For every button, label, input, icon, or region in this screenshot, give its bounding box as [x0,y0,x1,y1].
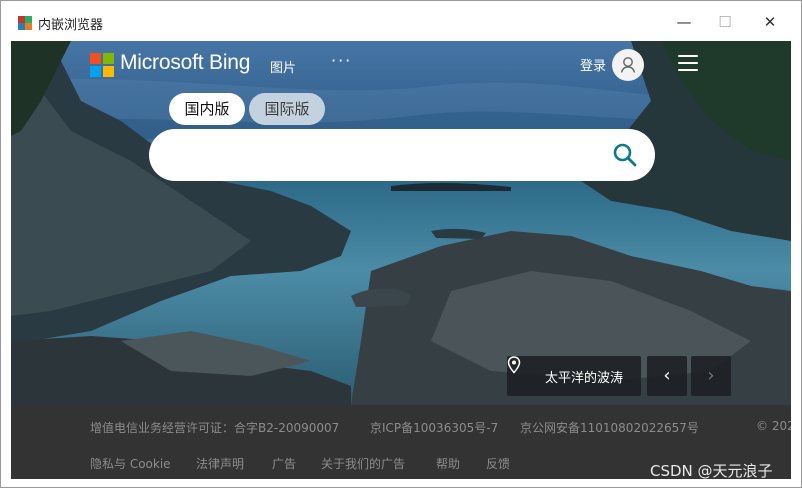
search-input[interactable] [169,139,599,171]
landscape-illustration [11,41,791,405]
search-button[interactable] [611,141,639,169]
footer-link-legal[interactable]: 法律声明 [196,455,244,472]
next-image-button[interactable]: › [691,356,731,396]
footer-link-help[interactable]: 帮助 [436,455,460,472]
more-menu-icon[interactable]: ··· [331,51,352,70]
footer-link-feedback[interactable]: 反馈 [486,455,510,472]
title-bar: 内嵌浏览器 — ☐ ✕ [1,1,801,41]
image-location-label: 太平洋的波涛 [545,371,624,386]
hamburger-menu-icon[interactable] [678,55,698,71]
license-text[interactable]: 增值电信业务经营许可证：合字B2-20090007 [90,419,339,436]
maximize-button[interactable]: ☐ [714,11,736,33]
minimize-button[interactable]: — [673,11,695,33]
close-button[interactable]: ✕ [759,11,781,33]
nav-images-link[interactable]: 图片 [270,57,296,76]
avatar[interactable] [612,49,644,81]
microsoft-logo-icon[interactable] [90,53,114,77]
browser-window: 内嵌浏览器 — ☐ ✕ Microsoft Bing 图片 ··· 登录 国内版… [0,0,802,488]
copyright-text: © 202 [756,419,791,433]
footer-link-about-ads[interactable]: 关于我们的广告 [321,455,405,472]
app-icon [18,16,32,30]
tab-domestic[interactable]: 国内版 [169,93,245,125]
search-box [149,129,655,181]
police-record-link[interactable]: 京公网安备11010802022657号 [520,419,699,436]
icp-link[interactable]: 京ICP备10036305号-7 [370,419,498,436]
window-title: 内嵌浏览器 [38,18,104,33]
search-icon [613,143,637,167]
location-pin-icon [507,356,521,374]
image-location-button[interactable]: 太平洋的波涛 [507,356,641,396]
background-image: Microsoft Bing 图片 ··· 登录 国内版 国际版 太平洋的波涛 … [11,41,791,405]
footer-link-privacy[interactable]: 隐私与 Cookie [90,455,171,472]
footer-link-ads[interactable]: 广告 [272,455,296,472]
previous-image-button[interactable]: ‹ [647,356,687,396]
user-icon [620,57,636,73]
login-link[interactable]: 登录 [580,55,606,74]
browser-viewport: Microsoft Bing 图片 ··· 登录 国内版 国际版 太平洋的波涛 … [11,41,791,479]
brand-name[interactable]: Microsoft Bing [120,51,250,75]
tab-international[interactable]: 国际版 [249,93,325,125]
watermark: CSDN @天元浪子 [650,462,773,480]
